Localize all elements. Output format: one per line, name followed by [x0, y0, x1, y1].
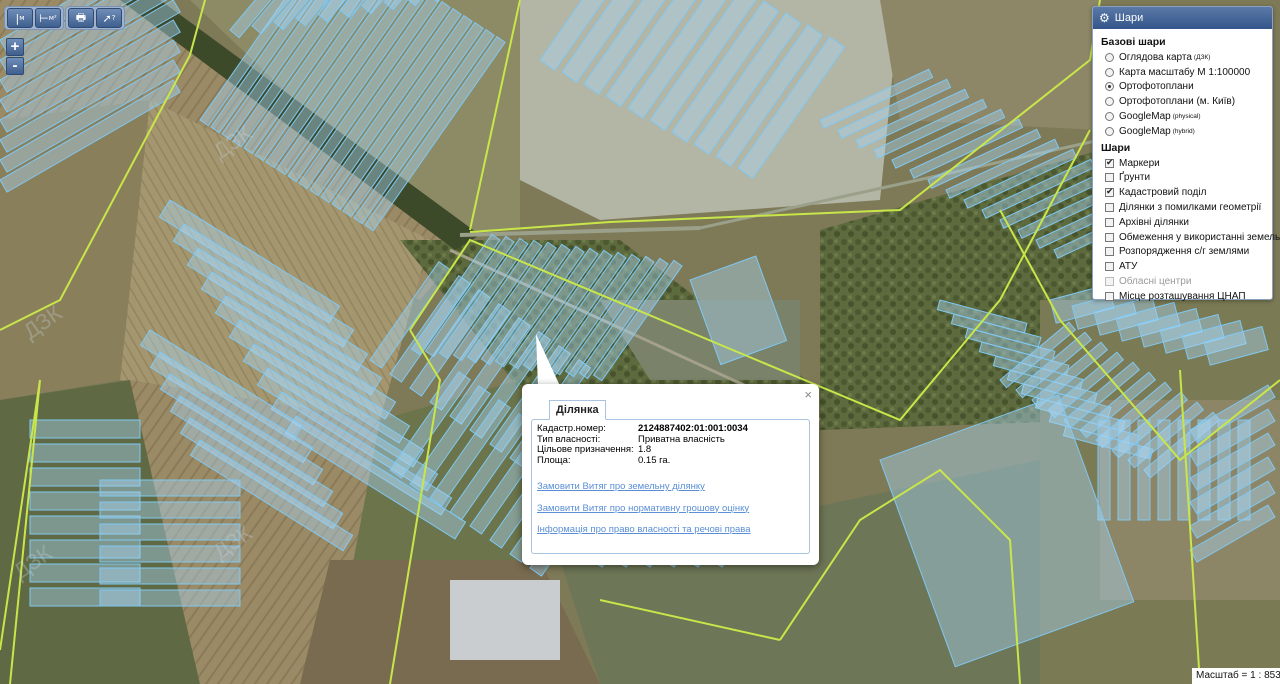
overlay-layer-label: Маркери [1119, 157, 1160, 169]
overlay-layer-label: Обласні центри [1119, 276, 1192, 288]
parcel[interactable] [29, 419, 141, 439]
checkbox[interactable] [1105, 188, 1114, 198]
radio-button[interactable] [1105, 67, 1114, 77]
checkbox[interactable] [1105, 173, 1114, 183]
ownership-rights-info-link[interactable]: Інформація про право власності та речові… [537, 524, 804, 535]
overlay-layer-option[interactable]: Ґрунти [1093, 171, 1272, 186]
attribute-value: 1.8 [638, 444, 652, 455]
overlay-layer-label: Розпорядження с/г землями [1119, 246, 1250, 258]
attribute-key: Кадастр.номер: [537, 423, 606, 434]
measure-toolbar: | м ⊢ м² [4, 6, 64, 30]
overlay-layer-option: Обласні центри [1093, 274, 1272, 289]
parcel[interactable] [99, 567, 241, 585]
attribute-key: Площа: [537, 454, 571, 466]
checkbox[interactable] [1105, 262, 1114, 272]
overlay-layer-option[interactable]: Маркери [1093, 156, 1272, 171]
attribute-value: 0.15 га. [638, 454, 671, 466]
radio-button[interactable] [1105, 126, 1114, 136]
base-layer-label: GoogleMap [1119, 111, 1171, 123]
popup-pointer [536, 334, 560, 386]
base-layer-option[interactable]: Ортофотоплани (м. Київ) [1093, 94, 1272, 109]
attribute-row: Кадастр.номер: 2124887402:01:001:0034 [537, 423, 748, 435]
measure-distance-button[interactable]: | м [7, 8, 33, 28]
radio-button[interactable] [1105, 82, 1114, 92]
base-layer-label: Ортофотоплани (м. Київ) [1119, 96, 1236, 108]
overlay-layer-option[interactable]: Ділянки з помилками геометрії [1093, 200, 1272, 215]
checkbox[interactable] [1105, 217, 1114, 227]
checkbox[interactable] [1105, 291, 1114, 301]
overlay-layer-label: Архівні ділянки [1119, 216, 1189, 228]
scale-indicator: Масштаб = 1 : 8531 [1192, 668, 1280, 684]
zoom-out-button[interactable]: - [6, 57, 24, 75]
parcel[interactable] [99, 479, 241, 497]
radio-button[interactable] [1105, 52, 1114, 62]
overlay-layer-label: Обмеження у використанні земель [1119, 231, 1280, 243]
parcel[interactable] [99, 589, 241, 607]
parcel-info-popup: × Ділянка Кадастр.номер: 2124887402:01:00… [522, 384, 819, 565]
layers-panel: ⚙ Шари Базові шари Оглядова карта (ДЗК) Ка… [1092, 6, 1280, 302]
checkbox[interactable] [1105, 232, 1114, 242]
overlay-layer-option[interactable]: Місце розташування ЦНАП [1093, 289, 1272, 304]
base-layer-label: Ортофотоплани [1119, 81, 1194, 93]
order-parcel-extract-link[interactable]: Замовити Витяг про земельну ділянку [537, 481, 804, 492]
base-layer-option[interactable]: Карта масштабу М 1:100000 [1093, 65, 1272, 80]
overlay-layer-option[interactable]: Архівні ділянки [1093, 215, 1272, 230]
attribute-key: Цільове призначення: [537, 444, 634, 455]
base-layers-heading: Базові шари [1101, 36, 1166, 48]
attribute-row: Площа: 0.15 га. [537, 454, 748, 467]
base-layer-label: Карта масштабу М 1:100000 [1119, 66, 1251, 78]
orthophoto-map[interactable]: ДЗК ДЗК ДЗК ДЗК [0, 0, 1280, 684]
base-layers-list: Оглядова карта (ДЗК) Карта масштабу М 1:10… [1093, 50, 1272, 139]
cursor-question-icon: ➚ [102, 11, 112, 25]
overlay-layers-list: Маркери Ґрунти Кадастровий поділ Ділянки з … [1093, 156, 1280, 304]
base-layer-sup: (ДЗК) [1193, 53, 1211, 61]
overlay-layer-option[interactable]: Обмеження у використанні земель [1093, 230, 1280, 245]
overlay-layers-heading: Шари [1101, 141, 1131, 154]
checkbox [1105, 277, 1114, 287]
gear-icon: ⚙ [1099, 11, 1110, 25]
identify-button[interactable]: ➚? [96, 8, 122, 28]
attribute-value: 2124887402:01:001:0034 [638, 423, 748, 434]
overlay-layer-label: АТУ [1119, 261, 1138, 273]
overlay-layer-option[interactable]: АТУ [1093, 259, 1272, 274]
base-layer-option[interactable]: Ортофотоплани [1093, 80, 1272, 95]
overlay-layer-option[interactable]: Розпорядження с/г землями [1093, 245, 1272, 260]
tab-parcel[interactable]: Ділянка [549, 400, 606, 420]
checkbox[interactable] [1105, 247, 1114, 257]
base-layer-option[interactable]: GoogleMap (hybrid) [1093, 124, 1272, 139]
base-layer-option[interactable]: GoogleMap (physical) [1093, 109, 1272, 124]
measure-area-button[interactable]: ⊢ м² [35, 8, 61, 28]
parcel[interactable] [99, 501, 241, 519]
radio-button[interactable] [1105, 97, 1114, 107]
layers-panel-header[interactable]: ⚙ Шари [1093, 7, 1272, 29]
print-button[interactable]: 🖶 [68, 8, 94, 28]
layers-panel-title: Шари [1114, 12, 1144, 24]
base-layer-label: Оглядова карта [1119, 51, 1192, 63]
order-valuation-extract-link[interactable]: Замовити Витяг про нормативну грошову оц… [537, 503, 804, 514]
tools-toolbar: 🖶 ➚? [65, 6, 125, 30]
base-layer-option[interactable]: Оглядова карта (ДЗК) [1093, 50, 1272, 65]
attribute-row: Цільове призначення: 1.8 [537, 444, 748, 456]
close-icon[interactable]: × [804, 387, 812, 402]
base-layer-sup: (hybrid) [1172, 127, 1195, 135]
overlay-layer-label: Ґрунти [1119, 172, 1151, 184]
checkbox[interactable] [1105, 203, 1114, 213]
overlay-layer-option[interactable]: Кадастровий поділ [1093, 185, 1272, 200]
overlay-layer-label: Місце розташування ЦНАП [1119, 290, 1246, 302]
attribute-value: Приватна власність [638, 433, 725, 445]
base-layer-label: GoogleMap [1119, 125, 1171, 137]
zoom-in-button[interactable]: + [6, 38, 24, 56]
print-icon: 🖶 [75, 10, 87, 24]
checkbox[interactable] [1105, 158, 1114, 168]
parcel[interactable] [1097, 419, 1111, 521]
parcel[interactable] [29, 443, 141, 463]
overlay-layer-label: Кадастровий поділ [1119, 187, 1207, 199]
parcel[interactable] [1137, 419, 1151, 521]
overlay-layer-label: Ділянки з помилками геометрії [1119, 202, 1262, 214]
parcel[interactable] [1117, 419, 1131, 521]
popup-body: Кадастр.номер: 2124887402:01:001:0034 Тип … [531, 419, 810, 554]
radio-button[interactable] [1105, 112, 1114, 122]
base-layer-sup: (physical) [1172, 113, 1201, 121]
parcel-attributes-table: Кадастр.номер: 2124887402:01:001:0034 Тип … [537, 423, 748, 467]
